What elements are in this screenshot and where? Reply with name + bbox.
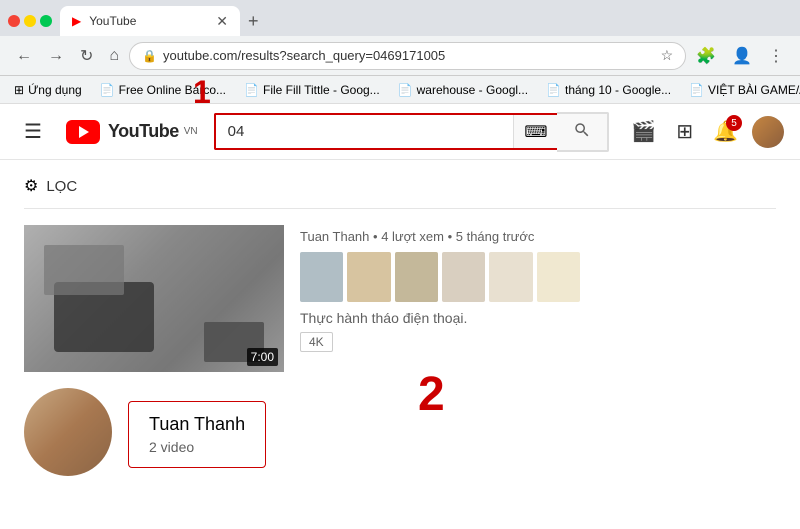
- new-tab-button[interactable]: +: [240, 11, 267, 32]
- bookmarks-bar: ⊞ Ứng dụng 📄 Free Online Barco... 📄 File…: [0, 76, 800, 104]
- warehouse-label: warehouse - Googl...: [417, 83, 528, 97]
- annotation-number-1: 1: [193, 74, 211, 111]
- back-button[interactable]: ←: [10, 43, 38, 69]
- main-content: ⚙ LỌC 7: [0, 160, 800, 492]
- search-area: ⌨: [214, 112, 610, 152]
- search-box: ⌨: [214, 113, 558, 150]
- channel-avatar-image: [24, 388, 112, 476]
- thang10-icon: 📄: [546, 83, 561, 97]
- window-maximize-btn[interactable]: [40, 15, 52, 27]
- video-channel: Tuan Thanh: [300, 229, 369, 244]
- youtube-logo-text: YouTube: [108, 121, 179, 142]
- barcode-icon: 📄: [100, 83, 115, 97]
- thang10-label: tháng 10 - Google...: [565, 83, 671, 97]
- notification-badge: 5: [726, 115, 742, 131]
- window-minimize-btn[interactable]: [24, 15, 36, 27]
- tab-close-btn[interactable]: ✕: [216, 13, 228, 30]
- channel-info: Tuan Thanh 2 video: [128, 388, 776, 476]
- bookmark-file[interactable]: 📄 File Fill Tittle - Goog...: [238, 81, 386, 99]
- youtube-country-code: VN: [184, 126, 198, 137]
- keyboard-button[interactable]: ⌨: [513, 115, 557, 148]
- navigation-bar: ← → ↻ ⌂ 🔒 youtube.com/results?search_que…: [0, 36, 800, 76]
- video-thumbnail-container[interactable]: 7:00: [24, 225, 284, 372]
- bookmark-viet-bai[interactable]: 📄 VIỆT BÀI GAME/AP...: [683, 81, 800, 99]
- file-label: File Fill Tittle - Goog...: [263, 83, 380, 97]
- search-icon: [573, 121, 591, 139]
- bookmark-warehouse[interactable]: 📄 warehouse - Googl...: [392, 81, 534, 99]
- bookmark-thang10[interactable]: 📄 tháng 10 - Google...: [540, 81, 677, 99]
- notifications-button[interactable]: 🔔 5: [707, 113, 744, 150]
- extensions-btn[interactable]: 🧩: [690, 42, 722, 70]
- vietbai-icon: 📄: [689, 83, 704, 97]
- video-time-ago: 5 tháng trước: [456, 229, 535, 244]
- filter-icon: ⚙: [24, 176, 38, 196]
- video-tag: 4K: [300, 332, 333, 352]
- video-description: Thực hành tháo điện thoại.: [300, 310, 776, 326]
- channel-result: Tuan Thanh 2 video: [24, 388, 776, 476]
- annotation-number-2: 2: [418, 367, 445, 422]
- search-results: 7:00 Tuan Thanh • 4 lượt xem • 5 tháng t…: [24, 225, 776, 476]
- apps-grid-button[interactable]: ⊞: [670, 113, 699, 150]
- reload-button[interactable]: ↻: [74, 42, 99, 70]
- menu-btn[interactable]: ⋮: [762, 42, 790, 70]
- file-icon: 📄: [244, 83, 259, 97]
- youtube-header: ☰ YouTube VN ⌨ 🎬: [0, 104, 800, 160]
- browser-tab[interactable]: ▶ YouTube ✕: [60, 6, 240, 36]
- vietbai-label: VIỆT BÀI GAME/AP...: [708, 83, 800, 97]
- window-close-btn[interactable]: [8, 15, 20, 27]
- video-views: 4 lượt xem: [381, 229, 444, 244]
- youtube-logo[interactable]: YouTube VN: [66, 120, 198, 144]
- video-thumbnail: [24, 225, 284, 372]
- video-result: 7:00 Tuan Thanh • 4 lượt xem • 5 tháng t…: [24, 225, 776, 372]
- apps-label: Ứng dụng: [28, 83, 82, 97]
- youtube-logo-icon: [66, 120, 100, 144]
- video-separator-2: •: [448, 229, 456, 244]
- video-info: Tuan Thanh • 4 lượt xem • 5 tháng trước: [300, 225, 776, 372]
- video-channel-meta: Tuan Thanh • 4 lượt xem • 5 tháng trước: [300, 229, 776, 244]
- filter-bar: ⚙ LỌC: [24, 176, 776, 209]
- bookmark-apps[interactable]: ⊞ Ứng dụng: [8, 81, 88, 99]
- search-submit-button[interactable]: [557, 112, 609, 152]
- youtube-app: ☰ YouTube VN ⌨ 🎬: [0, 104, 800, 492]
- header-right-actions: 🎬 ⊞ 🔔 5: [625, 113, 784, 150]
- create-icon: 🎬: [631, 121, 656, 143]
- bookmark-star-btn[interactable]: ☆: [661, 47, 674, 64]
- address-bar[interactable]: 🔒 youtube.com/results?search_query=04691…: [129, 42, 686, 70]
- create-video-button[interactable]: 🎬: [625, 113, 662, 150]
- video-separator-1: •: [373, 229, 381, 244]
- tab-favicon: ▶: [72, 14, 81, 28]
- search-input[interactable]: [216, 115, 514, 148]
- apps-grid-icon: ⊞: [676, 121, 693, 143]
- apps-icon: ⊞: [14, 83, 24, 97]
- filter-label: LỌC: [46, 178, 77, 195]
- channel-name: Tuan Thanh: [149, 414, 245, 435]
- channel-avatar[interactable]: [24, 388, 112, 476]
- home-button[interactable]: ⌂: [103, 43, 125, 69]
- channel-info-box: Tuan Thanh 2 video: [128, 401, 266, 468]
- address-text: youtube.com/results?search_query=0469171…: [163, 48, 655, 63]
- forward-button[interactable]: →: [42, 43, 70, 69]
- menu-hamburger-button[interactable]: ☰: [16, 111, 50, 152]
- channel-video-count: 2 video: [149, 439, 245, 455]
- warehouse-icon: 📄: [398, 83, 413, 97]
- lock-icon: 🔒: [142, 49, 157, 63]
- duration-badge: 7:00: [247, 348, 278, 366]
- bookmark-barcode[interactable]: 📄 Free Online Barco...: [94, 81, 232, 99]
- profile-btn[interactable]: 👤: [726, 42, 758, 70]
- user-avatar[interactable]: [752, 116, 784, 148]
- tab-title: YouTube: [89, 14, 208, 28]
